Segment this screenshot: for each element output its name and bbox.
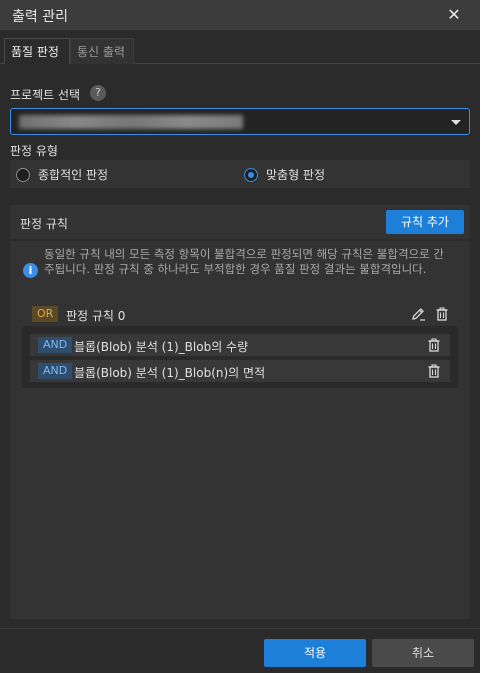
apply-button[interactable]: 적용: [264, 639, 366, 667]
radio-label: 맞춤형 판정: [266, 168, 326, 182]
rules-header: 판정 규칙 규칙 추가: [10, 205, 470, 239]
project-select-label: 프로젝트 선택: [10, 88, 81, 102]
help-icon[interactable]: ?: [90, 85, 106, 101]
condition-label: 블롭(Blob) 분석 (1)_Blob의 수량: [74, 340, 249, 354]
tab-bar: 품질 판정 통신 출력: [0, 38, 480, 64]
rules-panel: i 동일한 규칙 내의 모든 측정 항목이 불합격으로 판정되면 해당 규칙은 …: [10, 241, 470, 619]
radio-label: 종합적인 판정: [38, 168, 109, 182]
radio-checked-icon: [244, 167, 258, 182]
and-badge: AND: [38, 337, 73, 353]
radio-custom-judgement[interactable]: 맞춤형 판정: [244, 166, 325, 183]
rules-info-text: 동일한 규칙 내의 모든 측정 항목이 불합격으로 판정되면 해당 규칙은 불합…: [44, 247, 444, 276]
project-select-dropdown[interactable]: [10, 108, 470, 135]
close-icon[interactable]: ✕: [444, 5, 464, 25]
rule-group-header[interactable]: OR 판정 규칙 0: [22, 302, 458, 326]
title-bar: 출력 관리 ✕: [0, 0, 480, 30]
judgement-type-label: 판정 유형: [10, 144, 58, 158]
rule-group: OR 판정 규칙 0 AND 블롭(Blob) 분석 (1)_Blob의 수량 …: [22, 302, 458, 388]
info-icon: i: [23, 263, 38, 278]
condition-label: 블롭(Blob) 분석 (1)_Blob(n)의 면적: [74, 366, 266, 380]
condition-row[interactable]: AND 블롭(Blob) 분석 (1)_Blob의 수량: [30, 334, 450, 356]
dialog-footer: 적용 취소: [0, 628, 480, 673]
trash-icon[interactable]: [434, 306, 450, 322]
chevron-down-icon: [451, 120, 461, 125]
and-badge: AND: [38, 363, 73, 379]
tab-communication-output[interactable]: 통신 출력: [70, 38, 134, 64]
tab-quality-judgement[interactable]: 품질 판정: [4, 38, 70, 64]
trash-icon[interactable]: [426, 337, 442, 353]
rules-title: 판정 규칙: [20, 217, 68, 231]
window-title: 출력 관리: [12, 9, 68, 25]
project-select-value: [19, 115, 243, 129]
rule-group-label: 판정 규칙 0: [66, 309, 126, 323]
trash-icon[interactable]: [426, 363, 442, 379]
radio-comprehensive-judgement[interactable]: 종합적인 판정: [16, 166, 108, 183]
edit-icon[interactable]: [410, 306, 426, 322]
radio-unchecked-icon: [16, 167, 30, 182]
or-badge: OR: [32, 306, 59, 322]
cancel-button[interactable]: 취소: [372, 639, 474, 667]
condition-row[interactable]: AND 블롭(Blob) 분석 (1)_Blob(n)의 면적: [30, 360, 450, 382]
judgement-type-group: 종합적인 판정 맞춤형 판정: [10, 160, 470, 188]
add-rule-button[interactable]: 규칙 추가: [386, 210, 464, 234]
